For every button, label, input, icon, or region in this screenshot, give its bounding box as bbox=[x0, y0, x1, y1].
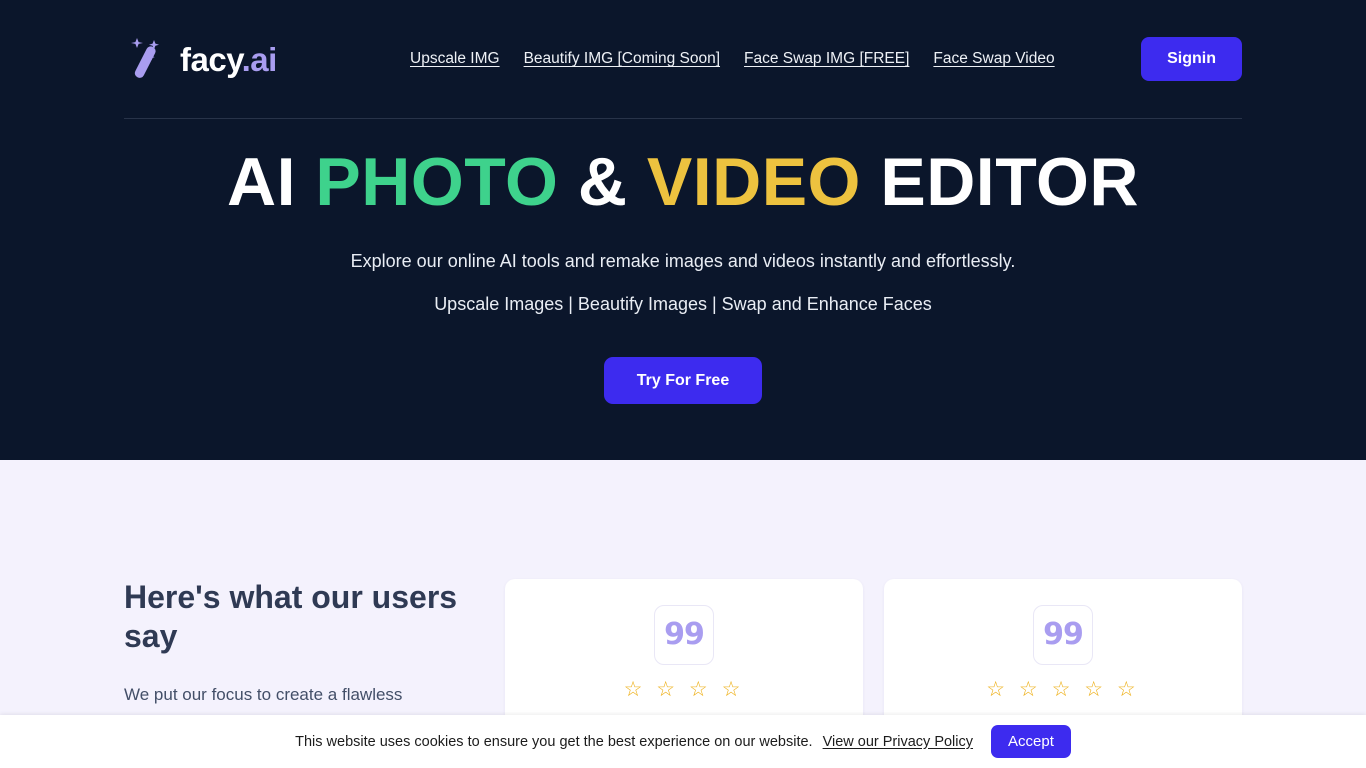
headline-part-photo: PHOTO bbox=[315, 144, 559, 220]
headline-part-editor: EDITOR bbox=[860, 144, 1140, 220]
hero-features-list: Upscale Images | Beautify Images | Swap … bbox=[434, 294, 932, 314]
nav-link-upscale-img[interactable]: Upscale IMG bbox=[398, 50, 512, 68]
nav-link-face-swap-img[interactable]: Face Swap IMG [FREE] bbox=[732, 50, 921, 68]
testimonials-description: We put our focus to create a flawless bbox=[124, 685, 403, 704]
main-navigation: facy.ai Upscale IMG Beautify IMG [Coming… bbox=[124, 0, 1242, 118]
cookie-message: This website uses cookies to ensure you … bbox=[295, 733, 813, 750]
headline-part-ai: AI bbox=[226, 144, 316, 220]
privacy-policy-link[interactable]: View our Privacy Policy bbox=[823, 734, 973, 750]
brand-name-suffix: .ai bbox=[241, 40, 278, 78]
accept-cookies-button[interactable]: Accept bbox=[991, 725, 1071, 758]
page-title: AI PHOTO & VIDEO EDITOR bbox=[0, 144, 1366, 220]
page-root: facy.ai Upscale IMG Beautify IMG [Coming… bbox=[0, 0, 1366, 768]
cookie-banner: This website uses cookies to ensure you … bbox=[0, 715, 1366, 768]
magic-wand-icon bbox=[131, 38, 159, 78]
headline-part-video: VIDEO bbox=[646, 144, 861, 220]
try-for-free-button[interactable]: Try For Free bbox=[604, 357, 762, 404]
quote-icon: 99 bbox=[654, 605, 714, 665]
quote-icon: 99 bbox=[1033, 605, 1093, 665]
headline-part-amp: & bbox=[558, 144, 647, 220]
quote-glyph: 99 bbox=[1043, 617, 1084, 652]
quote-glyph: 99 bbox=[664, 617, 705, 652]
hero-section: facy.ai Upscale IMG Beautify IMG [Coming… bbox=[0, 0, 1366, 460]
star-rating: ☆ ☆ ☆ ☆ ☆ bbox=[986, 678, 1140, 701]
nav-link-beautify-img[interactable]: Beautify IMG [Coming Soon] bbox=[512, 50, 732, 68]
brand-name: facy.ai bbox=[180, 43, 277, 76]
star-rating: ☆ ☆ ☆ ☆ bbox=[623, 678, 745, 701]
testimonials-heading: Here's what our users say bbox=[124, 579, 458, 655]
nav-link-face-swap-video[interactable]: Face Swap Video bbox=[921, 50, 1066, 68]
header-divider bbox=[124, 118, 1242, 119]
brand-name-text: facy bbox=[180, 40, 242, 78]
nav-links: Upscale IMG Beautify IMG [Coming Soon] F… bbox=[398, 50, 1141, 68]
signin-button[interactable]: Signin bbox=[1141, 37, 1242, 81]
hero-subtitle: Explore our online AI tools and remake i… bbox=[350, 251, 1016, 271]
brand-logo[interactable]: facy.ai bbox=[124, 35, 398, 83]
